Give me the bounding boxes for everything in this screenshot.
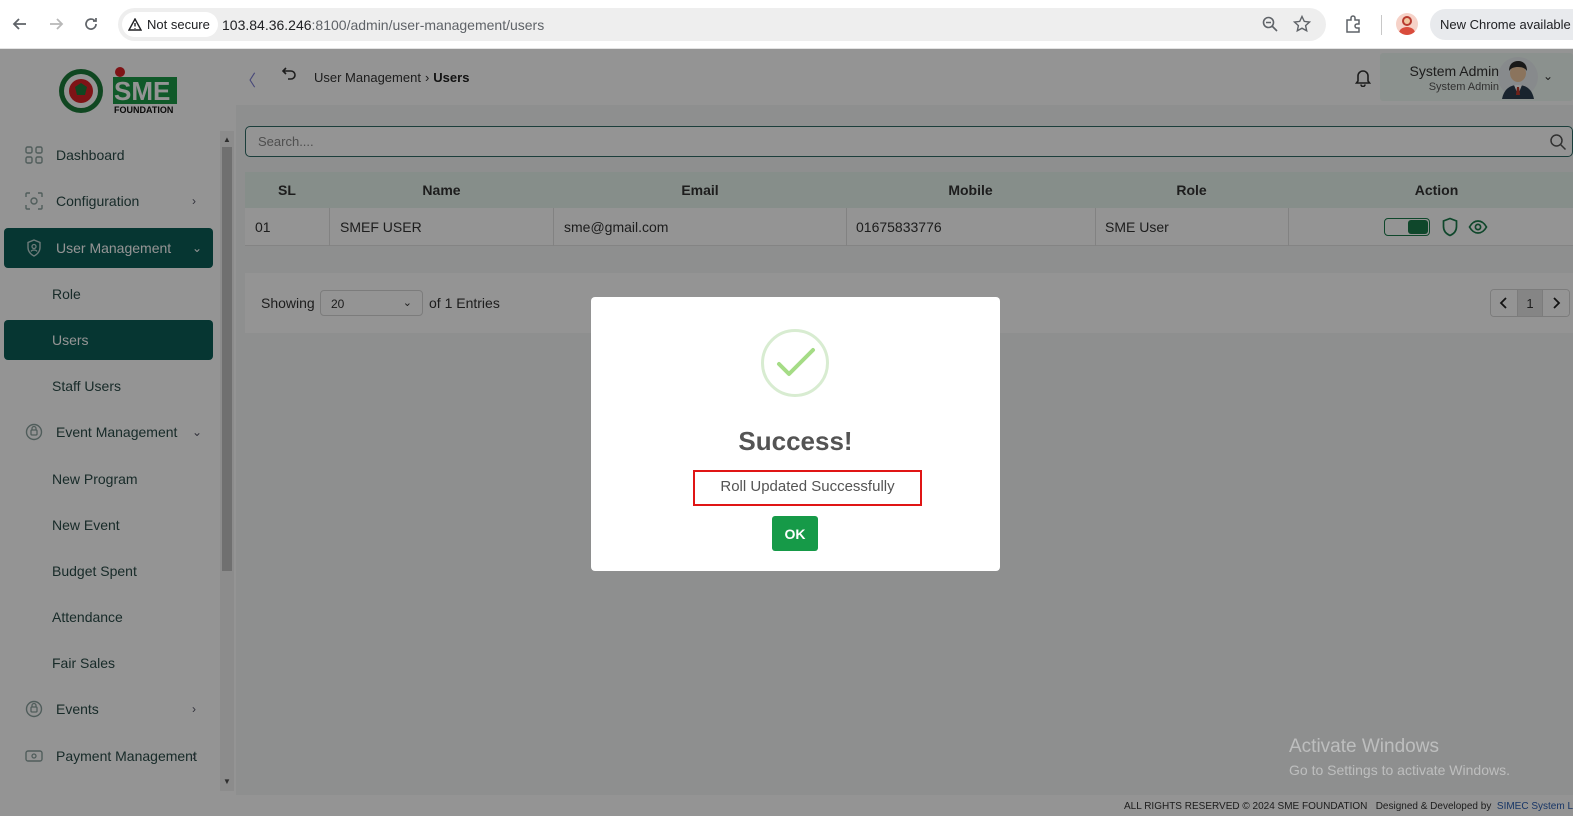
security-chip[interactable]: Not secure: [122, 12, 218, 37]
watermark-line2: Go to Settings to activate Windows.: [1289, 762, 1510, 778]
forward-arrow-icon[interactable]: [45, 13, 67, 35]
profile-avatar-icon[interactable]: [1396, 13, 1418, 35]
browser-toolbar: Not secure 103.84.36.246:8100/admin/user…: [0, 0, 1573, 49]
chrome-update-button[interactable]: New Chrome available: [1430, 9, 1573, 40]
ok-button[interactable]: OK: [772, 516, 818, 551]
success-check-icon: [761, 329, 829, 397]
url-text[interactable]: 103.84.36.246:8100/admin/user-management…: [222, 17, 544, 33]
url-path: :8100/admin/user-management/users: [311, 17, 545, 33]
address-bar[interactable]: Not secure 103.84.36.246:8100/admin/user…: [118, 8, 1326, 41]
watermark-line1: Activate Windows: [1289, 736, 1439, 757]
toolbar-divider: [1381, 15, 1382, 35]
zoom-icon[interactable]: [1261, 15, 1279, 33]
windows-activation-watermark: Activate Windows Go to Settings to activ…: [1289, 736, 1510, 778]
dialog-title: Success!: [738, 426, 853, 456]
back-arrow-icon[interactable]: [9, 13, 31, 35]
bookmark-star-icon[interactable]: [1293, 15, 1311, 33]
success-dialog: Success! Roll Updated Successfully OK: [591, 297, 1000, 571]
extensions-icon[interactable]: [1343, 14, 1363, 34]
url-host: 103.84.36.246: [222, 17, 312, 33]
warning-icon: [128, 17, 142, 31]
dialog-message: Roll Updated Successfully: [693, 470, 922, 506]
reload-icon[interactable]: [80, 13, 102, 35]
security-label: Not secure: [147, 17, 210, 32]
